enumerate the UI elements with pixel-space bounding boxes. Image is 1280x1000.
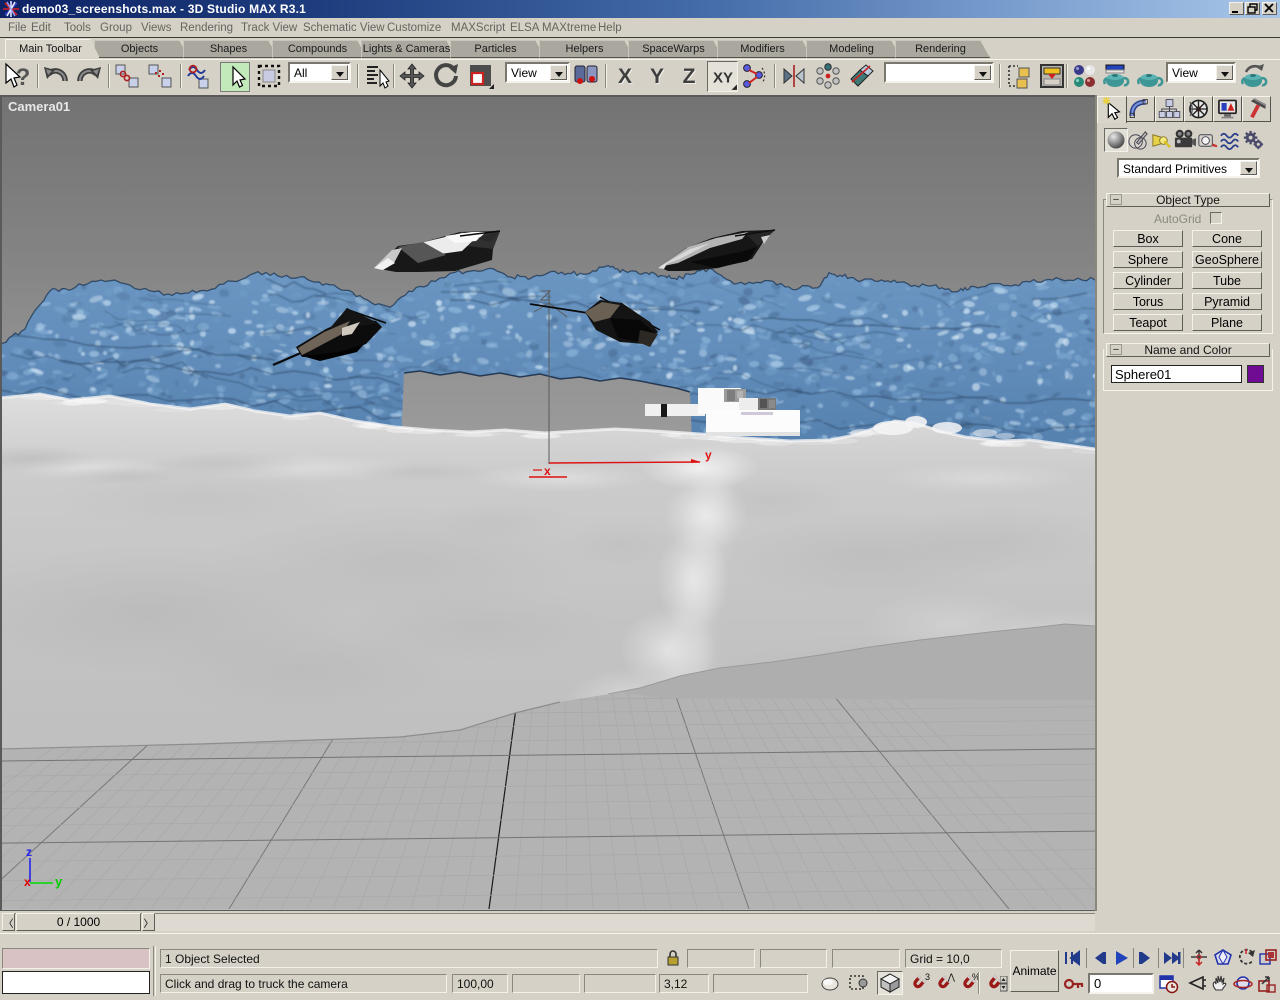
svg-text:x: x bbox=[24, 875, 31, 889]
svg-text:XY: XY bbox=[713, 69, 733, 86]
svg-text:Z: Z bbox=[683, 65, 696, 88]
svg-text:x: x bbox=[544, 464, 551, 478]
svg-text:Y: Y bbox=[650, 65, 664, 88]
svg-text:X: X bbox=[618, 65, 632, 88]
svg-text:z: z bbox=[26, 845, 32, 859]
svg-text:y: y bbox=[55, 874, 63, 889]
svg-text:y: y bbox=[705, 448, 712, 462]
